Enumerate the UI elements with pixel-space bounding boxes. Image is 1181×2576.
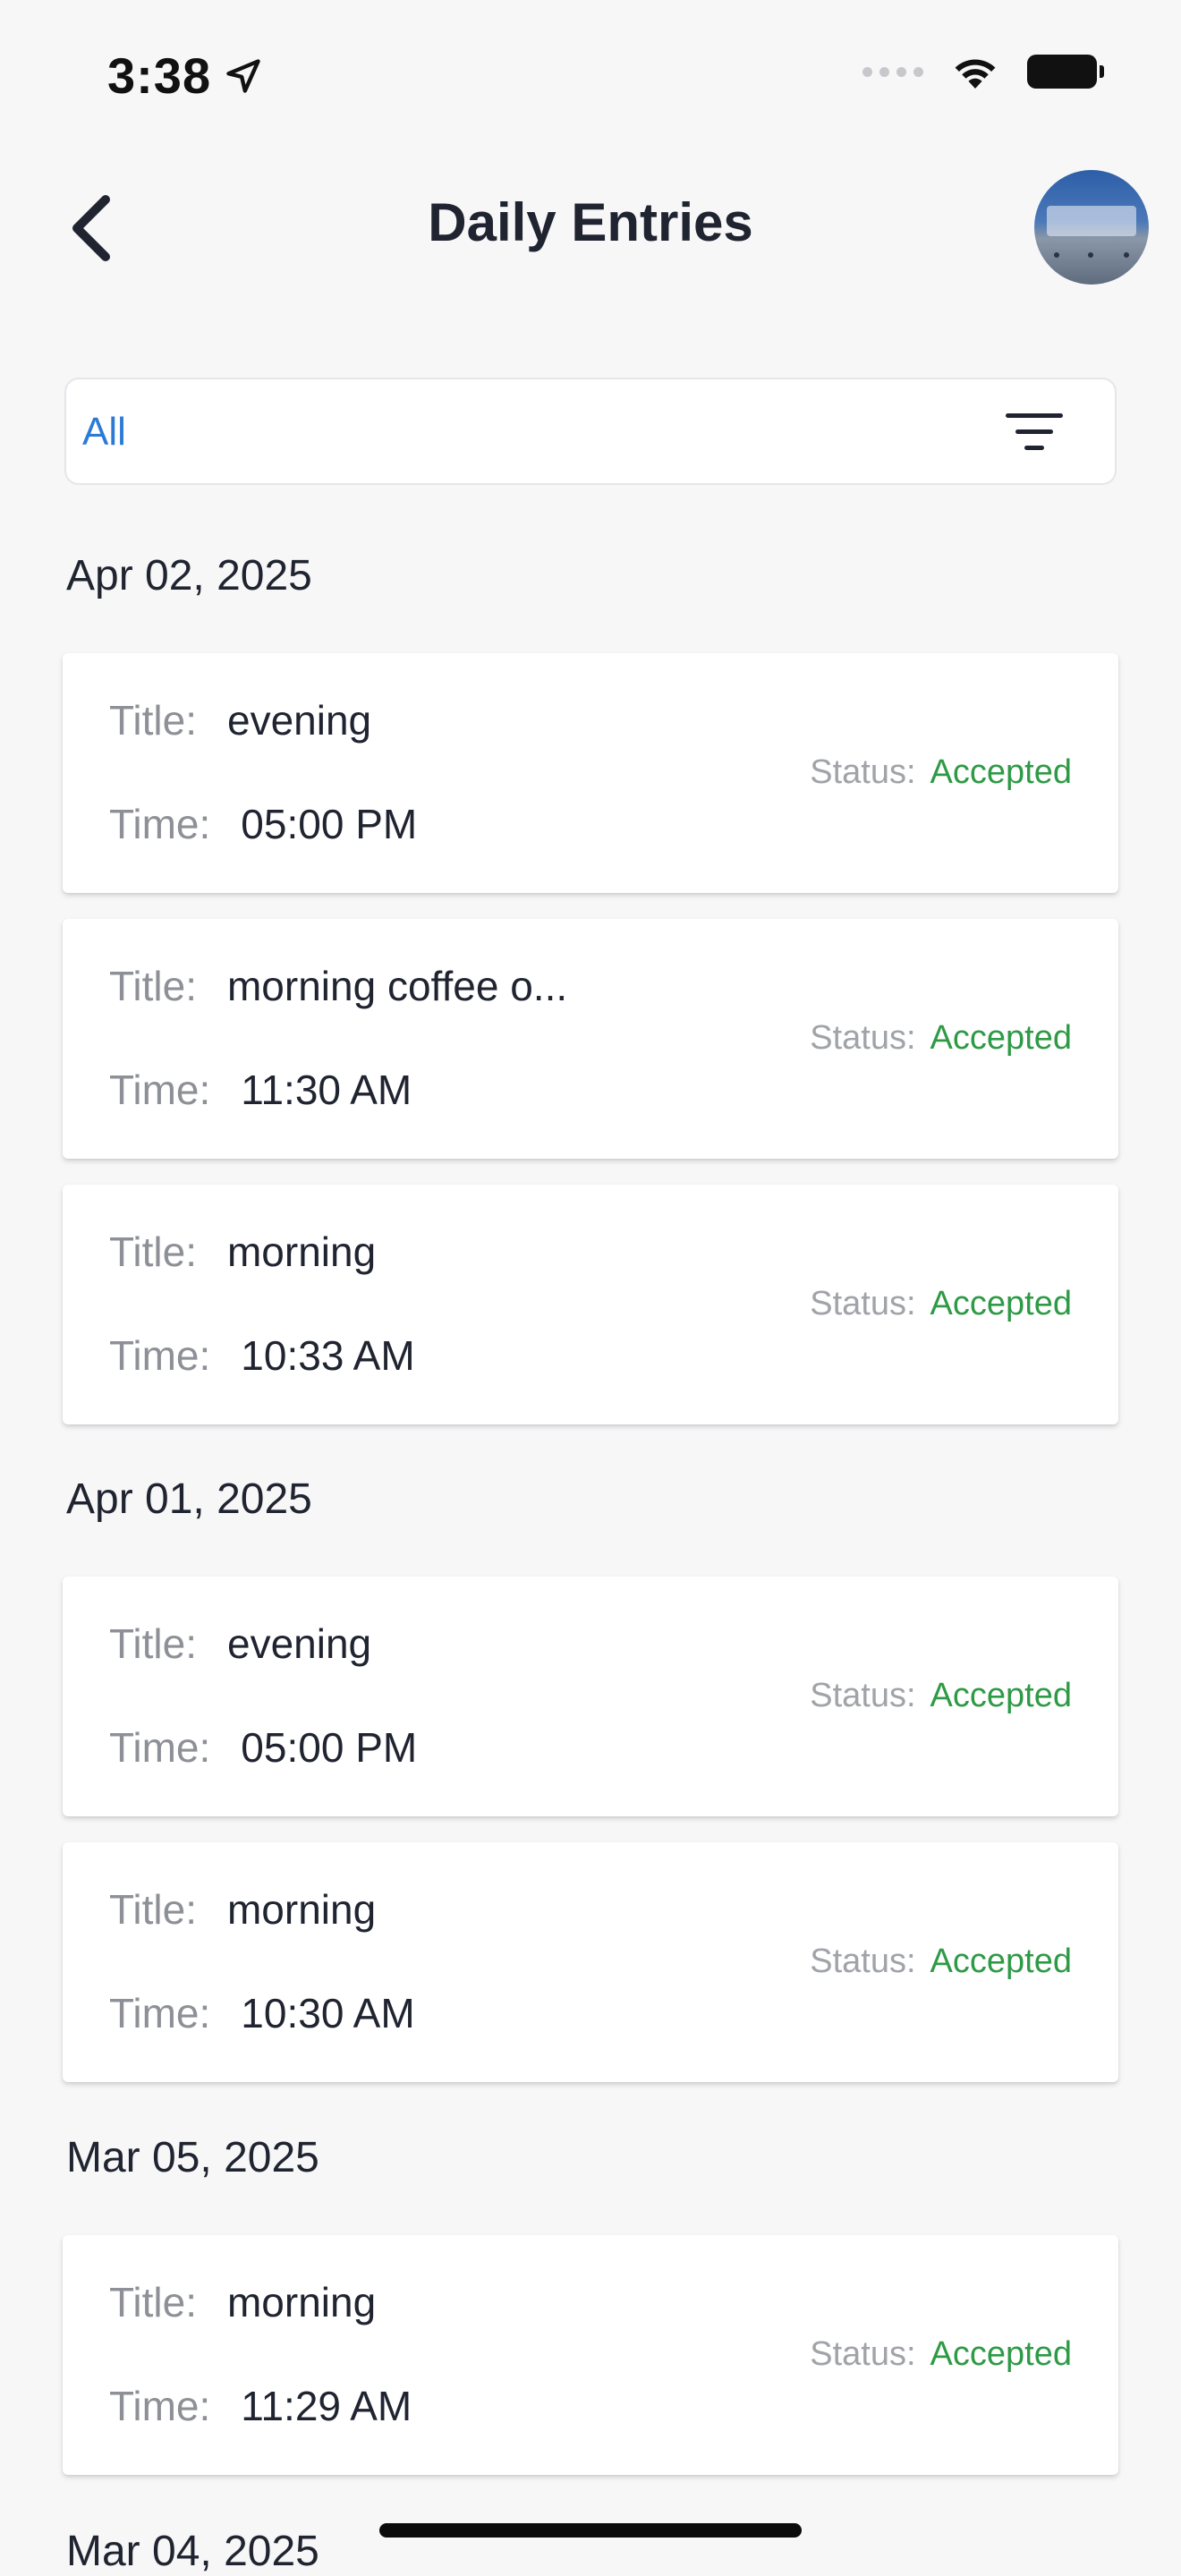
time-label: Time:	[109, 2383, 211, 2429]
entry-title: morning	[226, 1886, 377, 1933]
entry-time: 11:30 AM	[241, 1067, 412, 1113]
entry-card[interactable]: Title: morning Time: 10:30 AM Status: Ac…	[63, 1842, 1118, 2082]
entry-title: evening	[226, 697, 372, 744]
filter-dropdown[interactable]: All	[64, 378, 1117, 485]
entry-title: morning	[226, 1228, 377, 1275]
status-label: Status:	[810, 753, 916, 791]
status-time: 3:38	[107, 47, 263, 105]
entry-card[interactable]: Title: evening Time: 05:00 PM Status: Ac…	[63, 1577, 1118, 1816]
entry-time: 11:29 AM	[241, 2383, 412, 2429]
entry-time: 10:33 AM	[241, 1332, 415, 1379]
status-badge: Status: Accepted	[810, 1943, 1072, 1981]
status-value: Accepted	[930, 1285, 1072, 1322]
time-label: Time:	[109, 1724, 211, 1771]
time-label: Time:	[109, 1332, 211, 1379]
entry-card[interactable]: Title: evening Time: 05:00 PM Status: Ac…	[63, 653, 1118, 893]
status-label: Status:	[810, 1019, 916, 1057]
app-header: Daily Entries	[0, 152, 1181, 304]
status-label: Status:	[810, 2335, 916, 2373]
filter-lines-icon[interactable]	[1006, 410, 1063, 456]
status-value: Accepted	[930, 1019, 1072, 1057]
status-badge: Status: Accepted	[810, 1677, 1072, 1715]
entry-card[interactable]: Title: morning Time: 11:29 AM Status: Ac…	[63, 2235, 1118, 2475]
time-label: Time:	[109, 801, 211, 847]
entry-title: evening	[226, 1620, 372, 1667]
signal-icon	[862, 66, 923, 77]
title-label: Title:	[109, 697, 197, 744]
wifi-icon	[950, 52, 1000, 91]
time-label: Time:	[109, 1990, 211, 2036]
title-label: Title:	[109, 1620, 197, 1667]
time-label: Time:	[109, 1067, 211, 1113]
status-badge: Status: Accepted	[810, 1019, 1072, 1058]
status-indicators	[862, 52, 1104, 91]
status-value: Accepted	[930, 2335, 1072, 2373]
title-label: Title:	[109, 963, 197, 1009]
status-value: Accepted	[930, 753, 1072, 791]
entry-time: 10:30 AM	[241, 1990, 415, 2036]
date-heading: Apr 02, 2025	[66, 552, 312, 599]
status-value: Accepted	[930, 1677, 1072, 1714]
avatar[interactable]	[1034, 170, 1149, 285]
status-bar: 3:38	[0, 0, 1181, 152]
status-label: Status:	[810, 1285, 916, 1322]
date-heading: Apr 01, 2025	[66, 1475, 312, 1523]
entry-time: 05:00 PM	[241, 801, 418, 847]
status-label: Status:	[810, 1943, 916, 1980]
entry-card[interactable]: Title: morning Time: 10:33 AM Status: Ac…	[63, 1185, 1118, 1424]
entry-time: 05:00 PM	[241, 1724, 418, 1771]
page-title: Daily Entries	[428, 192, 753, 252]
location-arrow-icon	[226, 58, 260, 93]
entry-title: morning coffee o...	[226, 963, 568, 1009]
entry-card[interactable]: Title: morning coffee o... Time: 11:30 A…	[63, 919, 1118, 1159]
title-label: Title:	[109, 1228, 197, 1275]
battery-icon	[1027, 54, 1104, 89]
status-badge: Status: Accepted	[810, 2335, 1072, 2374]
status-badge: Status: Accepted	[810, 1285, 1072, 1323]
status-time-text: 3:38	[107, 47, 212, 104]
entry-title: morning	[226, 2279, 377, 2325]
title-label: Title:	[109, 2279, 197, 2325]
filter-selected-value: All	[82, 410, 126, 454]
status-value: Accepted	[930, 1943, 1072, 1980]
title-label: Title:	[109, 1886, 197, 1933]
date-heading: Mar 04, 2025	[66, 2528, 319, 2575]
status-label: Status:	[810, 1677, 916, 1714]
status-badge: Status: Accepted	[810, 753, 1072, 792]
date-heading: Mar 05, 2025	[66, 2134, 319, 2181]
home-indicator	[379, 2523, 802, 2538]
